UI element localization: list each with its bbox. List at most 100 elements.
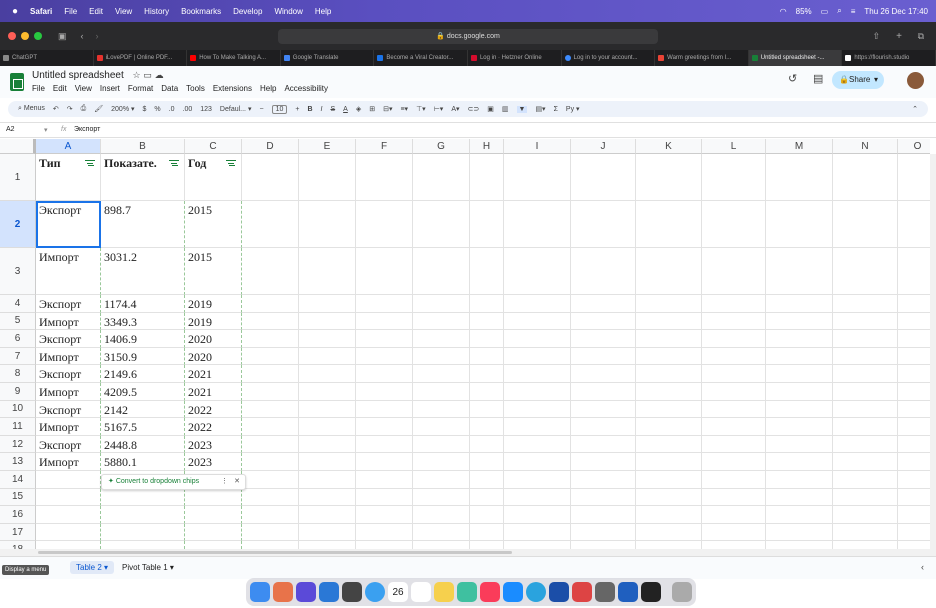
- empty-cell[interactable]: [504, 383, 571, 401]
- empty-cell[interactable]: [299, 383, 356, 401]
- empty-cell[interactable]: [356, 453, 413, 471]
- table-cell[interactable]: [101, 523, 185, 542]
- empty-cell[interactable]: [242, 471, 299, 489]
- browser-tab[interactable]: Log in to your account...: [562, 50, 656, 66]
- column-header-a[interactable]: A: [36, 139, 101, 154]
- empty-cell[interactable]: [636, 453, 702, 471]
- row-header[interactable]: 14: [0, 471, 36, 489]
- empty-cell[interactable]: [702, 488, 766, 507]
- empty-cell[interactable]: [636, 154, 702, 201]
- table-cell[interactable]: 2022: [185, 400, 242, 419]
- column-header-h[interactable]: H: [470, 139, 504, 154]
- empty-cell[interactable]: [898, 248, 930, 295]
- app-menu[interactable]: Safari: [30, 7, 52, 16]
- empty-cell[interactable]: [470, 347, 504, 366]
- empty-cell[interactable]: [356, 488, 413, 507]
- table-cell[interactable]: Экспорт: [36, 295, 101, 313]
- filter-icon[interactable]: [169, 160, 179, 167]
- vscode-icon[interactable]: [319, 582, 339, 602]
- empty-cell[interactable]: [504, 523, 571, 542]
- table-cell[interactable]: [185, 523, 242, 542]
- table-cell[interactable]: 2020: [185, 330, 242, 348]
- merge-cells-icon[interactable]: ⊟▾: [383, 105, 392, 113]
- empty-cell[interactable]: [356, 471, 413, 489]
- align-horizontal-icon[interactable]: ≡▾: [400, 105, 408, 113]
- table-cell[interactable]: 2022: [185, 418, 242, 436]
- empty-cell[interactable]: [242, 541, 299, 549]
- column-header-c[interactable]: C: [185, 139, 242, 154]
- empty-cell[interactable]: [299, 365, 356, 383]
- empty-cell[interactable]: [504, 506, 571, 524]
- empty-cell[interactable]: [571, 383, 636, 401]
- browser-tab[interactable]: Google Translate: [281, 50, 375, 66]
- empty-cell[interactable]: [833, 154, 898, 201]
- table-cell[interactable]: Экспорт: [36, 330, 101, 348]
- empty-cell[interactable]: [833, 383, 898, 401]
- search-icon[interactable]: ⌕: [837, 6, 841, 16]
- empty-cell[interactable]: [898, 330, 930, 348]
- chevron-down-icon[interactable]: ▾: [874, 71, 878, 89]
- share-button[interactable]: 🔒 Share ▾: [832, 71, 884, 89]
- empty-cell[interactable]: [702, 418, 766, 436]
- vertical-scrollbar[interactable]: [930, 154, 936, 549]
- empty-cell[interactable]: [636, 201, 702, 248]
- table-cell[interactable]: [101, 506, 185, 524]
- empty-cell[interactable]: [571, 523, 636, 542]
- filter-icon[interactable]: [226, 160, 236, 167]
- empty-cell[interactable]: [470, 471, 504, 489]
- empty-cell[interactable]: [833, 248, 898, 295]
- empty-cell[interactable]: [702, 506, 766, 524]
- empty-cell[interactable]: [470, 248, 504, 295]
- empty-cell[interactable]: [766, 523, 833, 542]
- empty-cell[interactable]: [833, 471, 898, 489]
- empty-cell[interactable]: [636, 506, 702, 524]
- empty-cell[interactable]: [766, 365, 833, 383]
- sheet-tab-active[interactable]: Table 2 ▾: [70, 561, 115, 574]
- empty-cell[interactable]: [299, 400, 356, 419]
- text-color-icon[interactable]: A: [343, 106, 348, 113]
- filter-icon[interactable]: [85, 160, 95, 167]
- empty-cell[interactable]: [299, 295, 356, 313]
- empty-cell[interactable]: [299, 330, 356, 348]
- table-cell[interactable]: [36, 471, 101, 489]
- empty-cell[interactable]: [702, 201, 766, 248]
- empty-cell[interactable]: [833, 418, 898, 436]
- empty-cell[interactable]: [702, 471, 766, 489]
- clock[interactable]: Thu 26 Dec 17:40: [864, 7, 928, 16]
- address-bar[interactable]: 🔒 docs.google.com: [278, 29, 658, 44]
- text-wrap-icon[interactable]: ⊢▾: [434, 105, 444, 113]
- menu-view[interactable]: View: [115, 7, 132, 16]
- browser-tab-active[interactable]: Untitled spreadsheet -...: [748, 50, 843, 66]
- table-cell[interactable]: 2015: [185, 201, 242, 248]
- text-rotation-icon[interactable]: A▾: [451, 105, 459, 113]
- empty-cell[interactable]: [413, 453, 470, 471]
- column-header-i[interactable]: I: [504, 139, 571, 154]
- empty-cell[interactable]: [470, 383, 504, 401]
- empty-cell[interactable]: [299, 506, 356, 524]
- empty-cell[interactable]: [413, 523, 470, 542]
- maps-icon[interactable]: [457, 582, 477, 602]
- table-cell[interactable]: 3349.3: [101, 312, 185, 331]
- empty-cell[interactable]: [413, 506, 470, 524]
- row-header[interactable]: 1: [0, 154, 36, 201]
- decrease-decimal-button[interactable]: .0: [169, 106, 175, 113]
- system-settings-icon[interactable]: [595, 582, 615, 602]
- select-all-corner[interactable]: [0, 139, 36, 154]
- empty-cell[interactable]: [356, 400, 413, 419]
- undo-icon[interactable]: ↶: [53, 105, 59, 113]
- table-cell[interactable]: 1406.9: [101, 330, 185, 348]
- empty-cell[interactable]: [504, 418, 571, 436]
- empty-cell[interactable]: [242, 418, 299, 436]
- browser-tab[interactable]: How To Make Talking A...: [187, 50, 281, 66]
- row-header[interactable]: 6: [0, 330, 36, 348]
- empty-cell[interactable]: [413, 295, 470, 313]
- document-title[interactable]: Untitled spreadsheet ☆ ▭ ☁: [32, 70, 164, 81]
- table-cell[interactable]: [101, 488, 185, 507]
- table-cell[interactable]: 4209.5: [101, 383, 185, 401]
- empty-cell[interactable]: [571, 347, 636, 366]
- empty-cell[interactable]: [470, 506, 504, 524]
- empty-cell[interactable]: [702, 541, 766, 549]
- empty-cell[interactable]: [766, 312, 833, 331]
- empty-cell[interactable]: [702, 330, 766, 348]
- empty-cell[interactable]: [766, 506, 833, 524]
